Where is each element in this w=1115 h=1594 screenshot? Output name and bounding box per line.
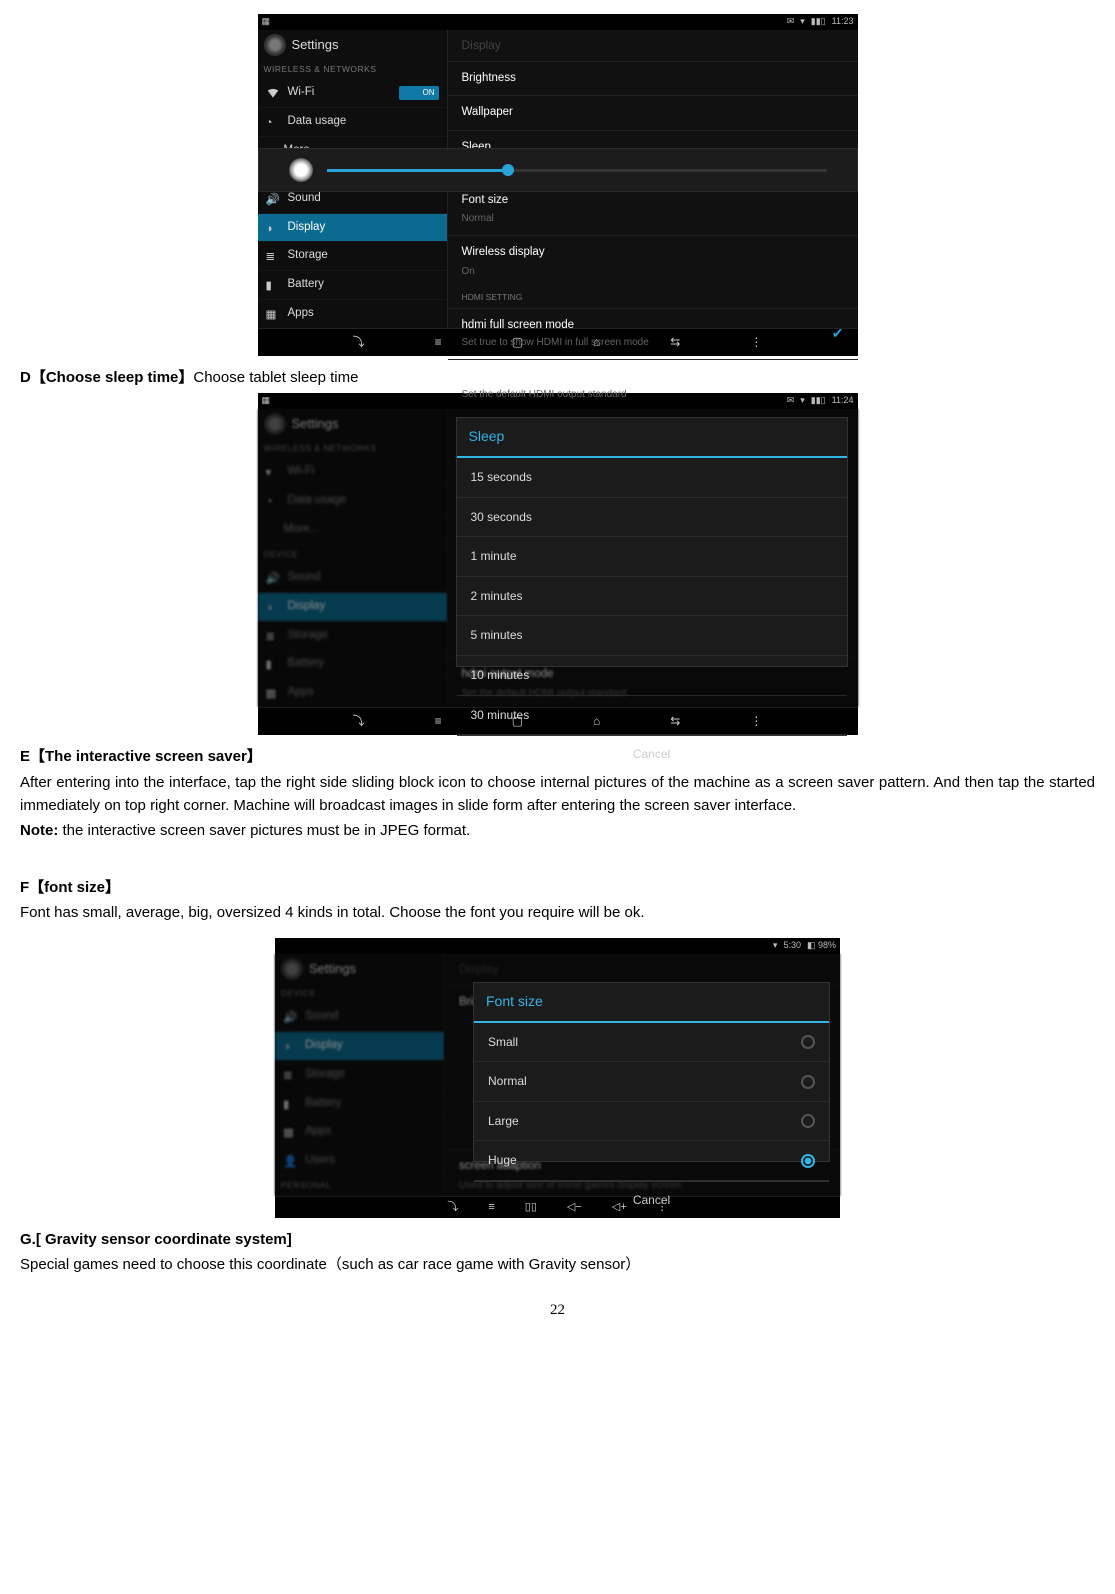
wifi-signal-icon: ▾ (773, 939, 778, 953)
row-wallpaper[interactable]: Wallpaper (448, 95, 858, 130)
dialog-title: Sleep (457, 418, 847, 458)
apps-icon: ▦ (266, 307, 280, 321)
radio-icon (801, 1035, 815, 1049)
screenshot-sleep-dialog: ▦ ✉ ▾ ▮▮▯ 11:24 Settings WIRELESS & NETW… (258, 393, 858, 735)
status-bar: ▦ ✉ ▾ ▮▮▯ 11:23 (258, 14, 858, 30)
sleep-option[interactable]: 30 seconds (457, 498, 847, 538)
app-title: Settings (258, 30, 447, 60)
font-option[interactable]: Normal (474, 1062, 829, 1102)
battery-menu-icon: ▮ (266, 278, 280, 292)
wifi-signal-icon: ▾ (800, 15, 805, 29)
radio-icon (801, 1075, 815, 1089)
page-number: 22 (20, 1299, 1095, 1322)
section-wireless: WIRELESS & NETWORKS (258, 60, 447, 79)
nav-down-icon[interactable]: ⤵ (353, 333, 365, 352)
sleep-option[interactable]: 30 minutes (457, 696, 847, 736)
data-icon: ◔ (266, 115, 280, 129)
settings-icon (281, 958, 303, 980)
sidebar-item-label: Display (288, 219, 326, 237)
row-hdmi-output[interactable]: hdmi output mode Set the default HDMI ou… (448, 359, 858, 411)
sidebar-item-label: Data usage (288, 113, 347, 131)
recent-apps-icon: ▦ (262, 394, 271, 408)
app-title-text: Settings (292, 35, 339, 55)
screenshot-font-size-dialog: ▾ 5:30 ◧ 98% Settings DEVICE 🔊Sound ◑Dis… (275, 938, 840, 1218)
settings-icon (264, 413, 286, 435)
sidebar-item-label: Battery (288, 276, 324, 294)
radio-icon (801, 1114, 815, 1128)
clock: 5:30 (783, 939, 801, 953)
brightness-slider-dialog[interactable] (258, 148, 858, 192)
storage-icon: ≣ (266, 249, 280, 263)
radio-icon-selected (801, 1154, 815, 1168)
font-option[interactable]: Small (474, 1023, 829, 1063)
font-size-dialog: Font size Small Normal Large Huge Cancel (473, 982, 830, 1162)
wifi-toggle[interactable]: ON (399, 86, 439, 100)
sidebar-item-wifi[interactable]: Wi-Fi ON (258, 79, 447, 108)
sidebar-item-label: Wi-Fi (288, 84, 315, 102)
battery-icon: ▮▮▯ (811, 15, 826, 29)
check-icon: ✔ (832, 323, 844, 345)
nav-recent-icon[interactable]: ≡ (435, 712, 442, 731)
section-g-title: G.[ Gravity sensor coordinate system] (20, 1228, 1095, 1251)
panel-title: Display (448, 30, 858, 61)
display-icon: ◑ (266, 221, 280, 235)
slider-knob[interactable] (502, 164, 514, 176)
row-wireless-display[interactable]: Wireless display On (448, 235, 858, 287)
settings-sidebar: Settings WIRELESS & NETWORKS ▾Wi-Fi ◔Dat… (258, 409, 448, 707)
section-hdmi: HDMI SETTING (448, 287, 858, 308)
section-e-note: Note: the interactive screen saver pictu… (20, 819, 1095, 842)
recent-apps-icon: ▦ (262, 15, 271, 29)
cancel-button[interactable]: Cancel (457, 735, 847, 773)
row-hdmi-fullscreen[interactable]: hdmi full screen mode Set true to show H… (448, 308, 858, 358)
sleep-option[interactable]: 1 minute (457, 537, 847, 577)
clock: 11:23 (832, 15, 854, 29)
sidebar-item-battery[interactable]: ▮ Battery (258, 271, 447, 300)
section-e-body: After entering into the interface, tap t… (20, 771, 1095, 818)
sleep-dialog: Sleep 15 seconds 30 seconds 1 minute 2 m… (456, 417, 848, 667)
sidebar-item-label: Sound (288, 190, 321, 208)
row-brightness[interactable]: Brightness (448, 61, 858, 96)
sidebar-item-display[interactable]: ◑ Display (258, 214, 447, 243)
sound-icon: 🔊 (266, 192, 280, 206)
nav-down-icon[interactable]: ⤵ (353, 712, 365, 731)
section-f-title: F【font size】 (20, 876, 1095, 899)
dialog-title: Font size (474, 983, 829, 1023)
font-option[interactable]: Huge (474, 1141, 829, 1181)
nav-recent-icon[interactable]: ≡ (435, 333, 442, 352)
sleep-option[interactable]: 15 seconds (457, 458, 847, 498)
sidebar-item-label: Apps (288, 305, 314, 323)
status-bar: ▾ 5:30 ◧ 98% (275, 938, 840, 954)
brightness-icon (289, 158, 313, 182)
section-f-body: Font has small, average, big, oversized … (20, 901, 1095, 924)
section-g-body: Special games need to choose this coordi… (20, 1253, 1095, 1276)
wifi-icon (266, 86, 280, 100)
settings-icon (264, 34, 286, 56)
sidebar-item-label: Storage (288, 247, 328, 265)
cancel-button[interactable]: Cancel (474, 1181, 829, 1219)
screenshot-display-brightness: ▦ ✉ ▾ ▮▮▯ 11:23 Settings WIRELESS & NETW… (258, 14, 858, 356)
sleep-option[interactable]: 2 minutes (457, 577, 847, 617)
mail-icon: ✉ (787, 15, 795, 29)
sidebar-item-data-usage[interactable]: ◔ Data usage (258, 108, 447, 137)
sleep-option[interactable]: 5 minutes (457, 616, 847, 656)
sidebar-item-storage[interactable]: ≣ Storage (258, 242, 447, 271)
brightness-slider[interactable] (327, 169, 827, 172)
font-option[interactable]: Large (474, 1102, 829, 1142)
settings-sidebar: Settings DEVICE 🔊Sound ◑Display ≣Storage… (275, 954, 445, 1196)
sidebar-item-apps[interactable]: ▦ Apps (258, 300, 447, 328)
battery-text: ◧ 98% (807, 939, 836, 953)
sleep-option[interactable]: 10 minutes (457, 656, 847, 696)
